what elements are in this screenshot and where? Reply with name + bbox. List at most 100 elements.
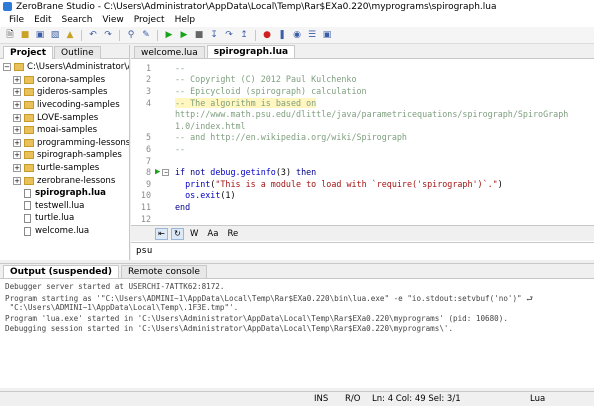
step-over-icon[interactable]: ↷ xyxy=(223,29,235,41)
tree-folder[interactable]: + turtle-samples xyxy=(3,162,129,175)
line-number[interactable]: 3 xyxy=(131,86,155,96)
code-line[interactable]: 1 -- xyxy=(131,62,594,74)
tree-folder-label: zerobrane-lessons xyxy=(37,175,116,186)
menu-edit[interactable]: Edit xyxy=(29,15,56,25)
line-number[interactable]: 6 xyxy=(131,144,155,154)
regex-toggle[interactable]: Re xyxy=(224,229,241,239)
tree-folder[interactable]: + programming-lessons xyxy=(3,137,129,150)
line-number[interactable]: 11 xyxy=(131,202,155,212)
match-case-toggle[interactable]: Aa xyxy=(204,229,221,239)
save-icon[interactable]: ▣ xyxy=(34,29,46,41)
tab-spirograph-lua[interactable]: spirograph.lua xyxy=(206,45,296,58)
menu-project[interactable]: Project xyxy=(129,15,170,25)
wrap-around-icon[interactable]: ↻ xyxy=(171,227,184,240)
tab-remote-console[interactable]: Remote console xyxy=(120,265,207,278)
line-number[interactable]: 9 xyxy=(131,179,155,189)
new-file-icon[interactable]: 🗎 xyxy=(4,29,16,41)
code-line[interactable]: http://www.math.psu.edu/dlittle/java/par… xyxy=(131,108,594,120)
code-line[interactable]: 9 print("This is a module to load with `… xyxy=(131,178,594,190)
tree-folder[interactable]: + corona-samples xyxy=(3,74,129,87)
code-line[interactable]: 1.0/index.html xyxy=(131,120,594,132)
undo-icon[interactable]: ↶ xyxy=(87,29,99,41)
expand-icon[interactable]: + xyxy=(13,126,21,135)
menu-file[interactable]: File xyxy=(4,15,29,25)
expand-icon[interactable]: + xyxy=(13,75,21,84)
expand-icon[interactable]: + xyxy=(13,164,21,173)
open-icon[interactable]: ■ xyxy=(19,29,31,41)
code-gutter[interactable]: ▶ − xyxy=(155,167,175,177)
match-whole-word-toggle[interactable]: W xyxy=(187,229,201,239)
tab-welcome-lua[interactable]: welcome.lua xyxy=(134,46,205,58)
tab-project[interactable]: Project xyxy=(3,46,54,59)
code-line[interactable]: 2 -- Copyright (C) 2012 Paul Kulchenko xyxy=(131,74,594,86)
code-line[interactable]: 3 -- Epicycloid (spirograph) calculation xyxy=(131,85,594,97)
expand-icon[interactable]: + xyxy=(13,101,21,110)
project-dir-icon[interactable]: ▲ xyxy=(64,29,76,41)
toolbar-separator xyxy=(157,29,158,41)
tree-file[interactable]: spirograph.lua xyxy=(3,187,129,200)
breakpoint-icon[interactable]: ● xyxy=(261,29,273,41)
code-line[interactable]: 11 end xyxy=(131,201,594,213)
fold-toggle-icon[interactable]: − xyxy=(162,168,170,176)
find-icon[interactable]: ⚲ xyxy=(125,29,137,41)
line-number[interactable]: 2 xyxy=(131,74,155,84)
project-panel: Project Outline − C:\Users\Administrator… xyxy=(0,45,130,260)
tree-folder[interactable]: + moai-samples xyxy=(3,124,129,137)
start-debug-icon[interactable]: ▶ xyxy=(178,29,190,41)
find-in-selection-icon[interactable]: ⇤ xyxy=(155,227,168,240)
code-line[interactable]: 5 -- and http://en.wikipedia.org/wiki/Spi… xyxy=(131,132,594,144)
step-out-icon[interactable]: ↥ xyxy=(238,29,250,41)
save-all-icon[interactable]: ▧ xyxy=(49,29,61,41)
menu-search[interactable]: Search xyxy=(57,15,98,25)
run-icon[interactable]: ▶ xyxy=(163,29,175,41)
tree-file[interactable]: turtle.lua xyxy=(3,212,129,225)
expand-icon[interactable]: + xyxy=(13,151,21,160)
code-line[interactable]: 10 os.exit (1) xyxy=(131,190,594,202)
expand-icon[interactable]: + xyxy=(13,138,21,147)
tree-file[interactable]: welcome.lua xyxy=(3,225,129,238)
tab-outline[interactable]: Outline xyxy=(54,46,101,59)
code-line[interactable]: 4 -- The algorithm is based on xyxy=(131,97,594,109)
collapse-icon[interactable]: − xyxy=(3,63,11,72)
find-input[interactable]: psu xyxy=(131,242,594,260)
code-line[interactable]: 12 xyxy=(131,213,594,225)
console-icon[interactable]: ▣ xyxy=(321,29,333,41)
tree-root[interactable]: − C:\Users\Administrator\App xyxy=(3,61,129,74)
line-number[interactable]: 4 xyxy=(131,98,155,108)
stop-icon[interactable]: ■ xyxy=(193,29,205,41)
break-icon[interactable]: ❚ xyxy=(276,29,288,41)
line-number[interactable]: 8 xyxy=(131,167,155,177)
watch-icon[interactable]: ◉ xyxy=(291,29,303,41)
tree-file[interactable]: testwell.lua xyxy=(3,200,129,213)
code-token: -- Copyright (C) 2012 Paul Kulchenko xyxy=(175,74,357,85)
tree-folder[interactable]: + zerobrane-lessons xyxy=(3,174,129,187)
stack-icon[interactable]: ☰ xyxy=(306,29,318,41)
code-line[interactable]: 7 xyxy=(131,155,594,167)
replace-icon[interactable]: ✎ xyxy=(140,29,152,41)
redo-icon[interactable]: ↷ xyxy=(102,29,114,41)
expand-icon[interactable]: + xyxy=(13,176,21,185)
folder-icon xyxy=(24,126,34,135)
tree-folder[interactable]: + gideros-samples xyxy=(3,86,129,99)
tree-folder[interactable]: + LOVE-samples xyxy=(3,111,129,124)
menu-view[interactable]: View xyxy=(97,15,128,25)
code-line[interactable]: 8 ▶ − if not debug.getinfo (3) then xyxy=(131,166,594,178)
line-number[interactable]: 5 xyxy=(131,132,155,142)
expand-icon[interactable]: + xyxy=(13,88,21,97)
step-into-icon[interactable]: ↧ xyxy=(208,29,220,41)
menu-help[interactable]: Help xyxy=(170,15,201,25)
line-number[interactable]: 12 xyxy=(131,214,155,224)
line-number[interactable]: 1 xyxy=(131,63,155,73)
tree-folder[interactable]: + livecoding-samples xyxy=(3,99,129,112)
code-line[interactable]: 6 -- xyxy=(131,143,594,155)
line-number[interactable]: 7 xyxy=(131,156,155,166)
code-token: print xyxy=(175,178,211,189)
folder-icon xyxy=(24,101,34,110)
output-panel[interactable]: Debugger server started at USERCHI-7ATTK… xyxy=(0,278,594,388)
code-editor[interactable]: 1 -- 2 -- Copyright (C) 2012 Paul Kulchenko… xyxy=(131,62,594,224)
tree-folder[interactable]: + spirograph-samples xyxy=(3,149,129,162)
tab-output[interactable]: Output (suspended) xyxy=(3,265,119,278)
project-tree: − C:\Users\Administrator\App + corona-sam… xyxy=(0,59,129,237)
expand-icon[interactable]: + xyxy=(13,113,21,122)
line-number[interactable]: 10 xyxy=(131,190,155,200)
